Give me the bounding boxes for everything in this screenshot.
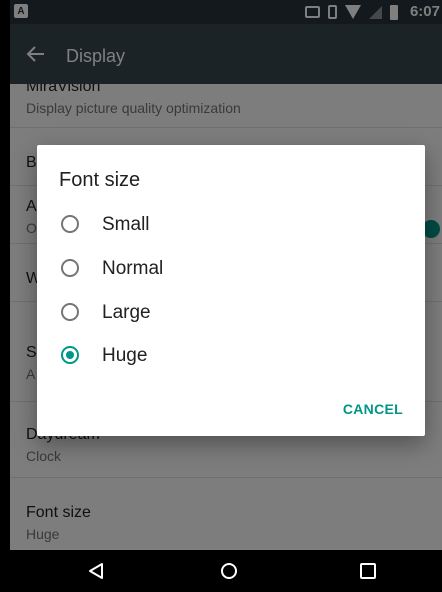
- radio-button[interactable]: [61, 303, 79, 321]
- back-triangle-icon[interactable]: [87, 562, 105, 580]
- cancel-button[interactable]: CANCEL: [343, 401, 403, 417]
- screen: A 6:07 Display MiraVision Display pictur…: [10, 0, 442, 592]
- navigation-bar: [10, 550, 442, 592]
- option-huge[interactable]: Huge: [37, 334, 425, 378]
- option-label: Small: [102, 214, 150, 235]
- option-label: Large: [102, 302, 151, 323]
- option-large[interactable]: Large: [37, 291, 425, 335]
- home-circle-icon[interactable]: [221, 563, 237, 579]
- option-label: Huge: [102, 345, 148, 366]
- recents-square-icon[interactable]: [360, 563, 376, 579]
- option-normal[interactable]: Normal: [37, 247, 425, 291]
- radio-button[interactable]: [61, 259, 79, 277]
- radio-button[interactable]: [61, 215, 79, 233]
- option-small[interactable]: Small: [37, 203, 425, 247]
- radio-button-checked[interactable]: [61, 346, 79, 364]
- option-label: Normal: [102, 258, 164, 279]
- font-size-dialog: Font size Small Normal Large Huge CANCEL: [37, 145, 425, 436]
- dialog-title: Font size: [59, 169, 141, 191]
